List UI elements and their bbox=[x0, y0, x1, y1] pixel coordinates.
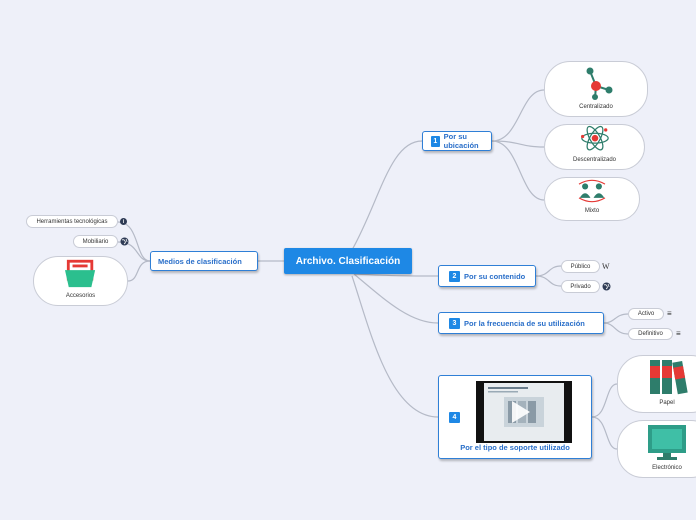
node-herramientas[interactable]: Herramientas tecnológicas bbox=[26, 215, 118, 228]
central-topic[interactable]: Archivo. Clasificación bbox=[284, 248, 412, 274]
network-icon bbox=[586, 67, 613, 100]
topic-label: Medios de clasificación bbox=[158, 256, 242, 266]
node-accesorios[interactable]: Accesorios bbox=[33, 256, 128, 306]
node-mobiliario[interactable]: Mobiliario bbox=[73, 235, 118, 248]
topic-medios-clasificacion[interactable]: Medios de clasificación bbox=[150, 251, 258, 271]
node-privado[interactable]: Privado bbox=[561, 280, 600, 293]
node-activo[interactable]: Activo bbox=[628, 308, 664, 320]
video-thumbnail[interactable] bbox=[476, 381, 572, 443]
wikipedia-icon[interactable]: W bbox=[602, 263, 610, 271]
folder-icon bbox=[64, 259, 95, 288]
globe-icon[interactable] bbox=[602, 282, 611, 291]
play-icon[interactable] bbox=[512, 401, 530, 423]
topic-number-badge: 3 bbox=[449, 317, 460, 329]
topic-label: Por su contenido bbox=[464, 271, 526, 281]
topic-contenido[interactable]: 2 Por su contenido bbox=[438, 265, 536, 287]
topic-number-badge: 2 bbox=[449, 270, 460, 282]
node-descentralizado[interactable]: Descentralizado bbox=[544, 124, 645, 170]
node-papel[interactable]: Papel bbox=[617, 355, 696, 413]
node-mixto[interactable]: Mixto bbox=[544, 177, 640, 221]
monitor-icon bbox=[648, 425, 686, 460]
topic-label: Por la frecuencia de su utilización bbox=[464, 318, 585, 328]
topic-number-badge: 1 bbox=[431, 135, 440, 147]
node-centralizado[interactable]: Centralizado bbox=[544, 61, 648, 117]
info-icon[interactable]: i bbox=[120, 218, 127, 225]
binders-icon bbox=[650, 360, 688, 395]
topic-soporte[interactable]: 4 Por el tipo de soporte utilizado bbox=[438, 375, 592, 459]
node-publico[interactable]: Público bbox=[561, 260, 600, 273]
list-icon[interactable]: ≡ bbox=[667, 310, 672, 318]
node-definitivo[interactable]: Definitivo bbox=[628, 328, 673, 340]
topic-frecuencia[interactable]: 3 Por la frecuencia de su utilización bbox=[438, 312, 604, 334]
topic-label: Por su ubicación bbox=[443, 132, 479, 150]
atom-icon bbox=[580, 125, 609, 151]
node-electronico[interactable]: Electrónico bbox=[617, 420, 696, 478]
topic-label: Por el tipo de soporte utilizado bbox=[460, 443, 570, 452]
list-icon[interactable]: ≡ bbox=[676, 330, 681, 338]
people-swap-icon bbox=[578, 179, 606, 203]
globe-icon[interactable] bbox=[120, 237, 129, 246]
topic-ubicacion[interactable]: 1 Por su ubicación bbox=[422, 131, 492, 151]
topic-number-badge: 4 bbox=[449, 412, 460, 423]
